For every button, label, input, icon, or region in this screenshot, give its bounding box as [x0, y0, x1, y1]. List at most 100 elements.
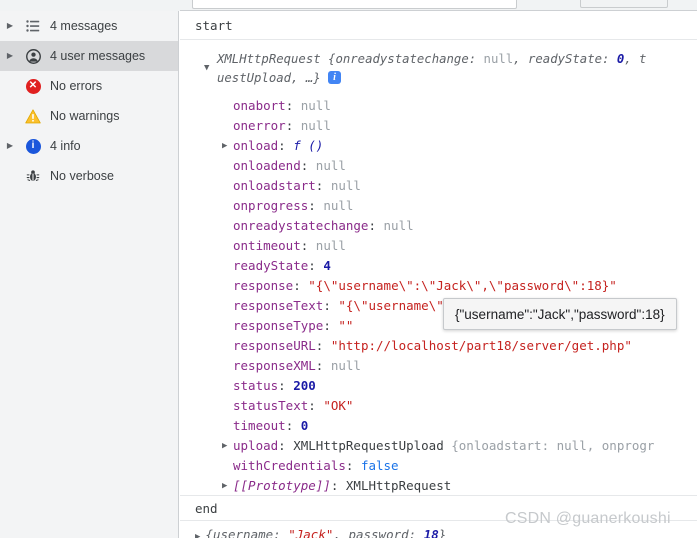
expand-triangle-icon[interactable]: ▶: [222, 136, 227, 156]
property-text: onabort: null: [233, 96, 331, 116]
property-separator: :: [285, 418, 301, 433]
console-output[interactable]: start ▼ XMLHttpRequest {onreadystatechan…: [180, 11, 697, 538]
property-separator: :: [315, 338, 331, 353]
object-property-row[interactable]: withCredentials: false: [180, 456, 697, 476]
property-key: readyState: [233, 258, 309, 273]
property-text: onloadend: null: [233, 156, 346, 176]
property-separator: :: [368, 218, 384, 233]
property-text: responseURL: "http://localhost/part18/se…: [233, 336, 632, 356]
property-value: null: [383, 218, 414, 233]
watermark-text: CSDN @guanerkoushi: [505, 510, 671, 527]
property-text: upload: XMLHttpRequestUpload {onloadstar…: [233, 436, 654, 456]
toolbar-settings-chip[interactable]: [580, 0, 668, 8]
property-key: upload: [233, 438, 279, 453]
expand-arrow-icon[interactable]: ▶: [0, 142, 20, 150]
object-property-row[interactable]: responseXML: null: [180, 356, 697, 376]
property-separator: :: [278, 378, 294, 393]
result-value-username: "Jack": [288, 527, 334, 538]
property-separator: :: [285, 98, 301, 113]
sidebar-item-label: 4 user messages: [50, 49, 146, 63]
property-text: onreadystatechange: null: [233, 216, 414, 236]
property-text: [[Prototype]]: XMLHttpRequest: [233, 476, 451, 496]
sidebar-item-errors[interactable]: ▶ ✕ No errors: [0, 71, 178, 101]
console-log-row[interactable]: start: [180, 11, 697, 40]
filter-input[interactable]: [192, 0, 517, 9]
property-value: f (): [293, 138, 324, 153]
property-text: responseXML: null: [233, 356, 361, 376]
property-separator: :: [315, 178, 331, 193]
object-property-row[interactable]: onloadstart: null: [180, 176, 697, 196]
object-property-row[interactable]: ▶ upload: XMLHttpRequestUpload {onloadsta…: [180, 436, 697, 456]
log-message-text: end: [195, 501, 218, 516]
property-value: "": [338, 318, 354, 333]
expand-triangle-icon[interactable]: ▶: [195, 532, 200, 538]
object-property-row[interactable]: timeout: 0: [180, 416, 697, 436]
sidebar-item-info[interactable]: ▶ i 4 info: [0, 131, 178, 161]
list-icon: [20, 20, 46, 32]
property-separator: :: [308, 198, 324, 213]
expand-triangle-icon[interactable]: ▶: [222, 476, 227, 496]
object-expand-header[interactable]: ▼ XMLHttpRequest {onreadystatechange: nu…: [195, 50, 697, 88]
object-property-row[interactable]: onerror: null: [180, 116, 697, 136]
expand-arrow-icon[interactable]: ▶: [0, 52, 20, 60]
object-class-name: XMLHttpRequest: [217, 52, 321, 66]
property-value-preview: {onloadstart: null, onprogr: [443, 438, 655, 453]
expand-arrow-icon[interactable]: ▶: [0, 22, 20, 30]
console-sidebar[interactable]: ▶ 4 messages ▶ 4 user messages ▶: [0, 11, 179, 538]
property-text: onload: f (): [233, 136, 323, 156]
object-property-row[interactable]: status: 200: [180, 376, 697, 396]
property-separator: :: [345, 458, 361, 473]
property-key: onprogress: [233, 198, 309, 213]
property-value: null: [323, 198, 354, 213]
property-value: 200: [293, 378, 316, 393]
property-separator: :: [323, 318, 339, 333]
log-message-text: start: [195, 18, 233, 33]
object-property-row[interactable]: readyState: 4: [180, 256, 697, 276]
object-property-row[interactable]: onprogress: null: [180, 196, 697, 216]
property-separator: :: [300, 158, 316, 173]
property-key: status: [233, 378, 279, 393]
info-badge-icon[interactable]: i: [328, 71, 342, 84]
warning-icon: [20, 108, 46, 124]
property-separator: :: [323, 298, 339, 313]
object-preview-brace: {: [320, 52, 336, 66]
property-text: onloadstart: null: [233, 176, 361, 196]
property-separator: :: [308, 258, 324, 273]
property-value: false: [360, 458, 399, 473]
object-property-row[interactable]: responseURL: "http://localhost/part18/se…: [180, 336, 697, 356]
property-value: null: [300, 118, 331, 133]
property-value: 4: [323, 258, 331, 273]
sidebar-item-label: 4 info: [50, 139, 81, 153]
property-key: onloadstart: [233, 178, 316, 193]
object-preview-key: onreadystatechange:: [335, 52, 477, 66]
sidebar-item-user-messages[interactable]: ▶ 4 user messages: [0, 41, 178, 71]
expand-triangle-icon[interactable]: ▶: [222, 436, 227, 456]
object-property-row[interactable]: onloadend: null: [180, 156, 697, 176]
property-value: "{\"username\":\"Jack\",\"password\":18}…: [308, 278, 617, 293]
property-value: null: [330, 178, 361, 193]
object-property-row[interactable]: onreadystatechange: null: [180, 216, 697, 236]
property-key: statusText: [233, 398, 309, 413]
result-key-password: password:: [348, 527, 424, 538]
collapse-triangle-icon[interactable]: ▼: [204, 59, 209, 78]
sidebar-item-verbose[interactable]: ▶ No verbose: [0, 161, 178, 191]
sidebar-item-warnings[interactable]: ▶ No warnings: [0, 101, 178, 131]
object-property-row[interactable]: response: "{\"username\":\"Jack\",\"pass…: [180, 276, 697, 296]
property-value: XMLHttpRequest: [345, 478, 452, 493]
property-text: status: 200: [233, 376, 316, 396]
object-property-row[interactable]: ontimeout: null: [180, 236, 697, 256]
object-property-row[interactable]: ▶ [[Prototype]]: XMLHttpRequest: [180, 476, 697, 496]
property-value: null: [315, 238, 346, 253]
error-icon: ✕: [20, 78, 46, 94]
object-property-row[interactable]: onabort: null: [180, 96, 697, 116]
property-key: responseText: [233, 298, 324, 313]
object-preview-tail: uestUpload, …}: [217, 71, 321, 85]
property-key: onload: [233, 138, 279, 153]
property-value: null: [315, 158, 346, 173]
sidebar-item-messages[interactable]: ▶ 4 messages: [0, 11, 178, 41]
property-separator: :: [278, 138, 294, 153]
property-key: onerror: [233, 118, 286, 133]
object-property-row[interactable]: ▶ onload: f (): [180, 136, 697, 156]
property-value-class: XMLHttpRequestUpload: [293, 438, 444, 453]
object-property-row[interactable]: statusText: "OK": [180, 396, 697, 416]
